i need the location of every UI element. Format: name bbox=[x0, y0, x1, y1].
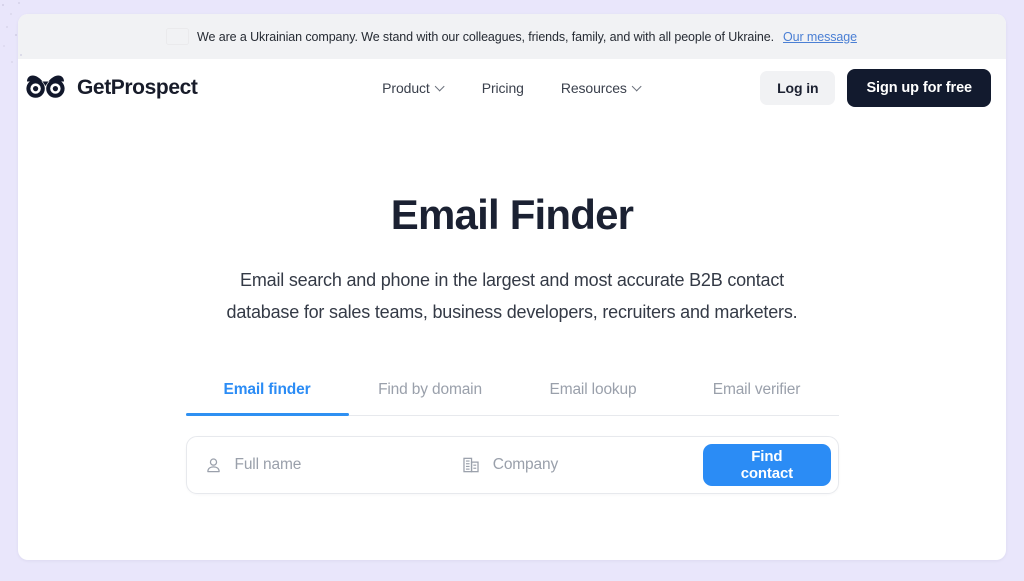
nav-item-pricing[interactable]: Pricing bbox=[482, 80, 524, 96]
hero-section: Email Finder Email search and phone in t… bbox=[18, 116, 1006, 328]
nav-label-pricing: Pricing bbox=[481, 79, 524, 96]
tab-email-finder[interactable]: Email finder bbox=[186, 381, 349, 415]
tab-list: Email finder Find by domain Email lookup… bbox=[186, 381, 839, 415]
nav-label-resources: Resources bbox=[560, 79, 627, 96]
chevron-down-icon bbox=[436, 82, 445, 91]
company-input[interactable] bbox=[490, 455, 704, 476]
banner-text: We are a Ukrainian company. We stand wit… bbox=[197, 29, 775, 44]
chevron-down-icon bbox=[633, 82, 642, 91]
brand-logo[interactable]: GetProspect bbox=[25, 74, 198, 101]
brand-name: GetProspect bbox=[77, 75, 198, 99]
ukraine-flag-icon bbox=[167, 29, 188, 44]
person-icon bbox=[206, 458, 220, 472]
main-nav: Product Pricing Resources bbox=[382, 80, 642, 96]
page-card: We are a Ukrainian company. We stand wit… bbox=[18, 14, 1006, 560]
search-form: Find contact bbox=[185, 436, 839, 495]
full-name-input[interactable] bbox=[232, 455, 448, 476]
tab-find-by-domain[interactable]: Find by domain bbox=[349, 381, 512, 415]
header-actions: Log in Sign up for free bbox=[760, 68, 991, 107]
full-name-field[interactable] bbox=[187, 437, 448, 493]
nav-label-product: Product bbox=[382, 79, 430, 96]
page-title: Email Finder bbox=[390, 191, 634, 238]
search-tabs: Email finder Find by domain Email lookup… bbox=[185, 381, 839, 417]
ukraine-banner: We are a Ukrainian company. We stand wit… bbox=[18, 14, 1006, 59]
active-tab-indicator bbox=[185, 413, 349, 417]
our-message-link[interactable]: Our message bbox=[783, 30, 857, 44]
hero-subtitle: Email search and phone in the largest an… bbox=[226, 270, 798, 323]
signup-button[interactable]: Sign up for free bbox=[847, 68, 991, 107]
company-field[interactable] bbox=[448, 437, 704, 493]
tab-email-lookup[interactable]: Email lookup bbox=[512, 381, 675, 415]
login-button[interactable]: Log in bbox=[760, 70, 836, 105]
nav-item-resources[interactable]: Resources bbox=[561, 80, 642, 96]
building-icon bbox=[463, 457, 479, 473]
owl-logo-icon bbox=[26, 75, 65, 98]
find-contact-button[interactable]: Find contact bbox=[703, 444, 831, 487]
site-header: GetProspect Product Pricing Resources Lo… bbox=[18, 59, 1006, 116]
nav-item-product[interactable]: Product bbox=[382, 80, 445, 96]
tab-email-verifier[interactable]: Email verifier bbox=[675, 381, 839, 415]
